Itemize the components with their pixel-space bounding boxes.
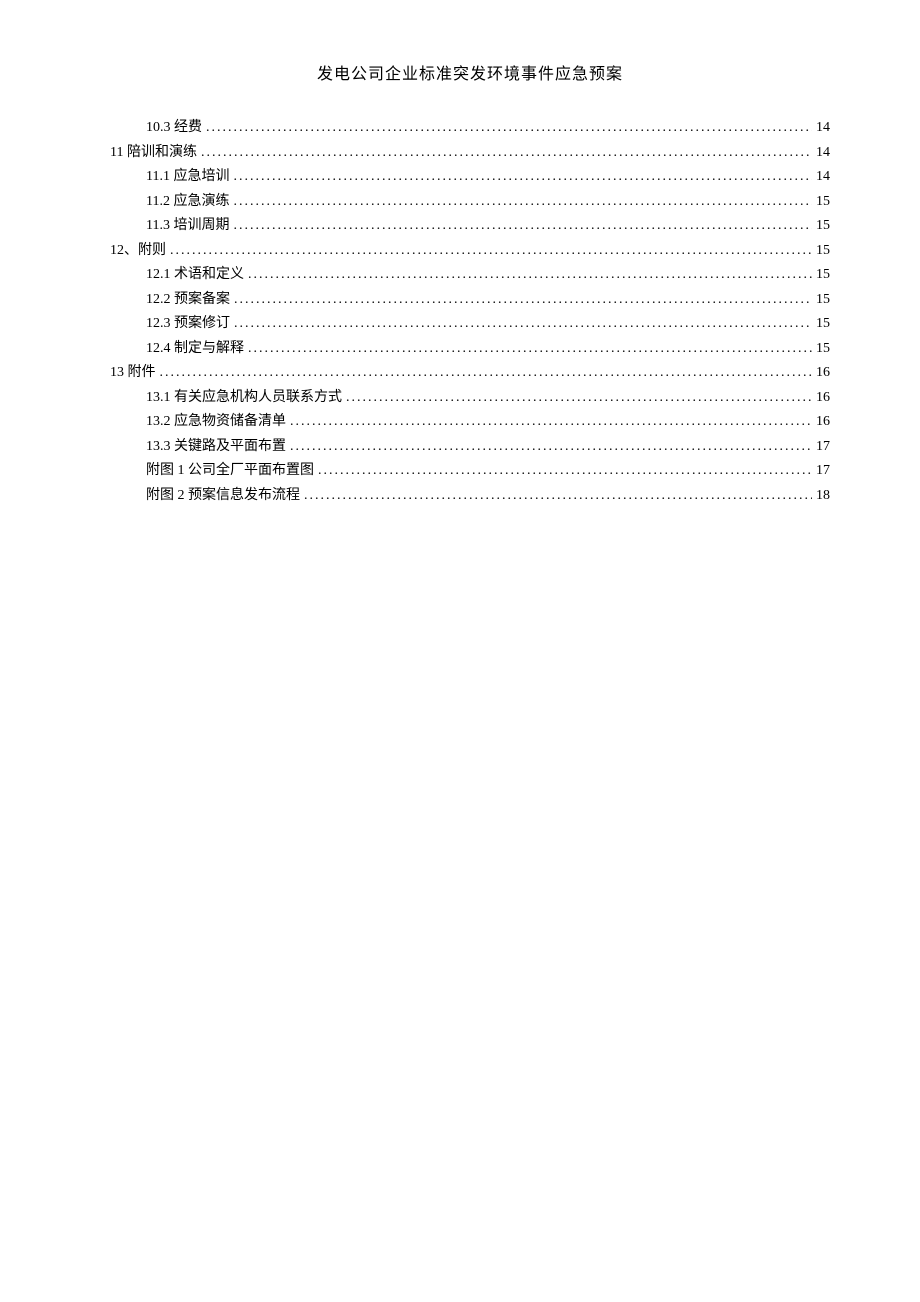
toc-page-number: 15 [816, 263, 830, 288]
toc-page-number: 15 [816, 312, 830, 337]
document-page: 发电公司企业标准突发环境事件应急预案 10.3 经费 14 11 陪训和演练 1… [0, 0, 920, 1302]
toc-leader-dots [234, 288, 812, 313]
toc-page-number: 16 [816, 361, 830, 386]
toc-leader-dots [160, 361, 813, 386]
toc-page-number: 15 [816, 214, 830, 239]
toc-leader-dots [206, 116, 812, 141]
toc-page-number: 14 [816, 165, 830, 190]
toc-leader-dots [248, 337, 812, 362]
toc-page-number: 14 [816, 116, 830, 141]
toc-entry: 11.2 应急演练 15 [146, 190, 830, 215]
toc-label: 13.3 关键路及平面布置 [146, 435, 286, 460]
toc-label: 13.2 应急物资储备清单 [146, 410, 286, 435]
toc-entry: 12.2 预案备案 15 [146, 288, 830, 313]
document-title: 发电公司企业标准突发环境事件应急预案 [110, 60, 830, 84]
toc-leader-dots [233, 190, 812, 215]
toc-leader-dots [346, 386, 812, 411]
toc-entry: 11.1 应急培训 14 [146, 165, 830, 190]
toc-leader-dots [234, 312, 812, 337]
toc-entry: 13.2 应急物资储备清单 16 [146, 410, 830, 435]
toc-leader-dots [290, 435, 812, 460]
toc-label: 附图 1 公司全厂平面布置图 [146, 459, 314, 484]
toc-leader-dots [290, 410, 812, 435]
toc-entry: 11.3 培训周期 15 [146, 214, 830, 239]
toc-entry: 附图 1 公司全厂平面布置图 17 [146, 459, 830, 484]
toc-label: 11.1 应急培训 [146, 165, 229, 190]
toc-entry: 12.4 制定与解释 15 [146, 337, 830, 362]
table-of-contents: 10.3 经费 14 11 陪训和演练 14 11.1 应急培训 14 11.2… [110, 116, 830, 508]
toc-entry: 10.3 经费 14 [146, 116, 830, 141]
toc-entry: 12.3 预案修订 15 [146, 312, 830, 337]
toc-entry: 12、附则 15 [110, 239, 830, 264]
toc-label: 11.3 培训周期 [146, 214, 229, 239]
toc-page-number: 17 [816, 435, 830, 460]
toc-label: 13 附件 [110, 361, 156, 386]
toc-entry: 13.3 关键路及平面布置 17 [146, 435, 830, 460]
toc-entry: 13.1 有关应急机构人员联系方式 16 [146, 386, 830, 411]
toc-page-number: 15 [816, 337, 830, 362]
toc-label: 12.3 预案修订 [146, 312, 230, 337]
toc-label: 12.4 制定与解释 [146, 337, 244, 362]
toc-label: 10.3 经费 [146, 116, 202, 141]
toc-leader-dots [233, 214, 812, 239]
toc-page-number: 17 [816, 459, 830, 484]
toc-entry: 12.1 术语和定义 15 [146, 263, 830, 288]
toc-entry: 13 附件 16 [110, 361, 830, 386]
toc-label: 11 陪训和演练 [110, 141, 197, 166]
toc-entry: 附图 2 预案信息发布流程 18 [146, 484, 830, 509]
toc-page-number: 18 [816, 484, 830, 509]
toc-label: 11.2 应急演练 [146, 190, 229, 215]
toc-label: 13.1 有关应急机构人员联系方式 [146, 386, 342, 411]
toc-page-number: 16 [816, 410, 830, 435]
toc-entry: 11 陪训和演练 14 [110, 141, 830, 166]
toc-leader-dots [318, 459, 812, 484]
toc-page-number: 14 [816, 141, 830, 166]
toc-label: 12.1 术语和定义 [146, 263, 244, 288]
toc-leader-dots [248, 263, 812, 288]
toc-leader-dots [233, 165, 812, 190]
toc-label: 12、附则 [110, 239, 166, 264]
toc-page-number: 15 [816, 239, 830, 264]
toc-page-number: 15 [816, 190, 830, 215]
toc-label: 附图 2 预案信息发布流程 [146, 484, 300, 509]
toc-leader-dots [201, 141, 812, 166]
toc-leader-dots [170, 239, 812, 264]
toc-page-number: 15 [816, 288, 830, 313]
toc-leader-dots [304, 484, 812, 509]
toc-label: 12.2 预案备案 [146, 288, 230, 313]
toc-page-number: 16 [816, 386, 830, 411]
